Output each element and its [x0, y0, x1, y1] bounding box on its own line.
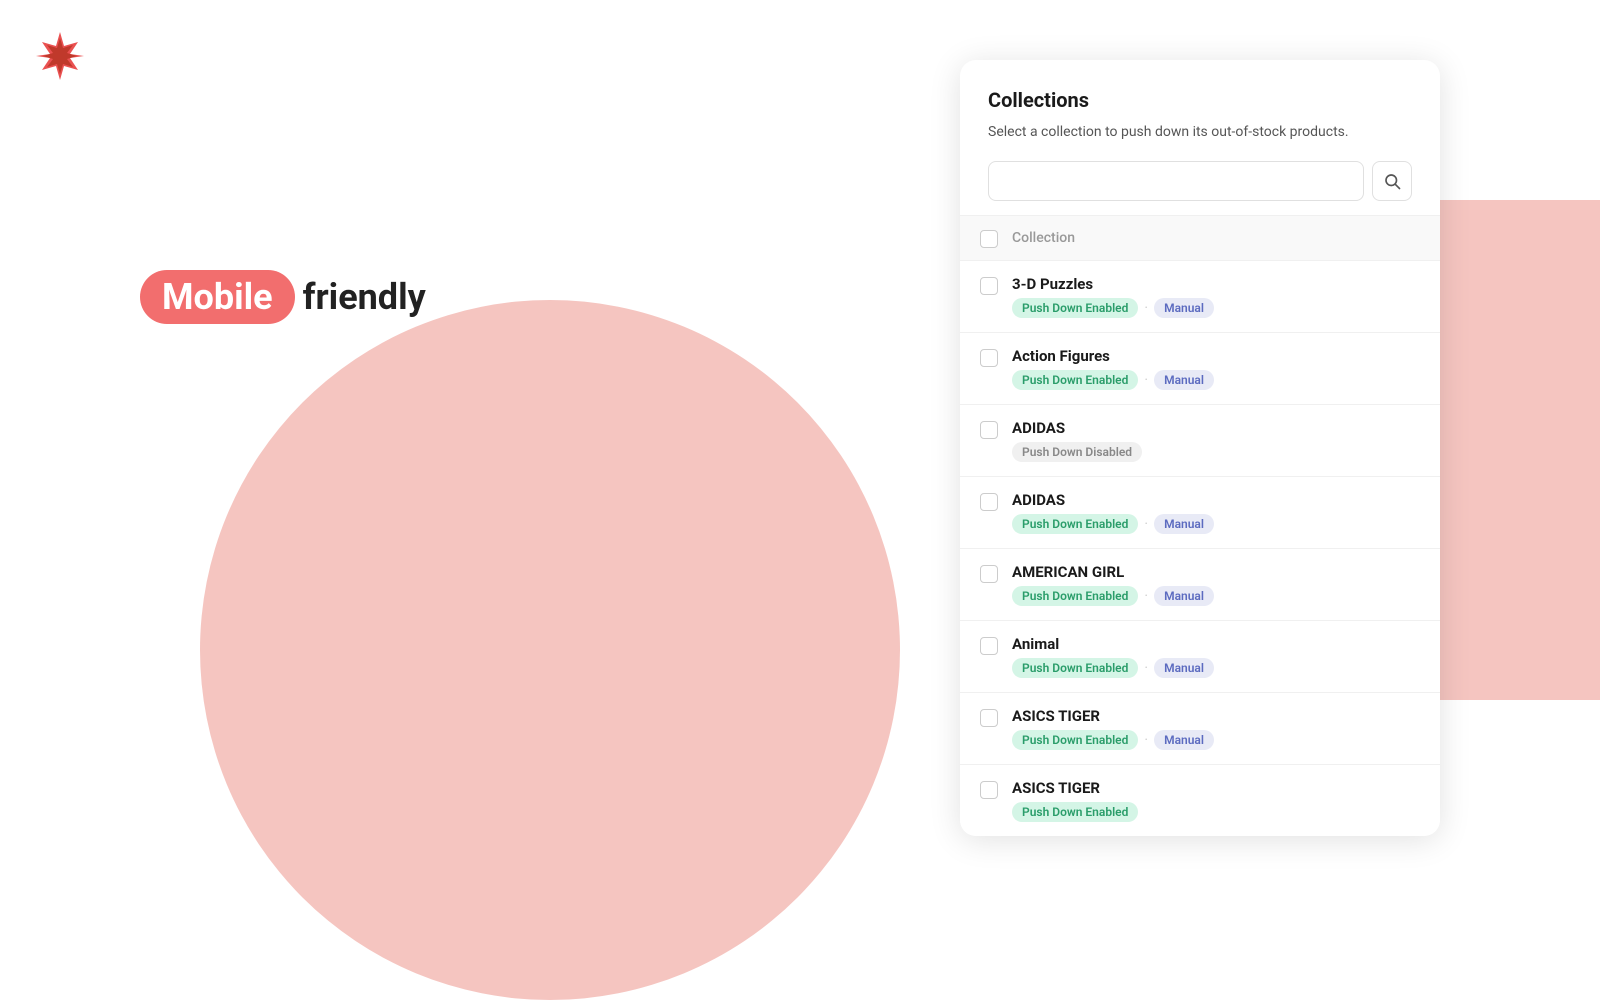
collection-list-header: Collection: [960, 216, 1440, 261]
tagline-mobile: Mobile: [140, 270, 295, 324]
badge-separator: ·: [1144, 660, 1148, 676]
item-checkbox[interactable]: [980, 781, 998, 799]
item-checkbox[interactable]: [980, 493, 998, 511]
item-name: ASICS TIGER: [1012, 707, 1420, 725]
item-content: 3-D Puzzles Push Down Enabled · Manual: [1012, 275, 1420, 318]
badge-status: Push Down Enabled: [1012, 370, 1138, 390]
search-row: [988, 161, 1412, 201]
collections-panel: Collections Select a collection to push …: [960, 60, 1440, 836]
item-name: 3-D Puzzles: [1012, 275, 1420, 293]
item-checkbox[interactable]: [980, 277, 998, 295]
badge-status: Push Down Enabled: [1012, 586, 1138, 606]
tagline: Mobile friendly: [140, 270, 426, 324]
item-checkbox[interactable]: [980, 349, 998, 367]
badge-status: Push Down Disabled: [1012, 442, 1142, 462]
item-content: ASICS TIGER Push Down Enabled: [1012, 779, 1420, 822]
tagline-friendly: friendly: [303, 276, 426, 318]
search-button[interactable]: [1372, 161, 1412, 201]
app-logo: [32, 28, 88, 88]
item-badges: Push Down Enabled · Manual: [1012, 730, 1420, 750]
badge-status: Push Down Enabled: [1012, 730, 1138, 750]
badge-separator: ·: [1144, 516, 1148, 532]
item-badges: Push Down Enabled · Manual: [1012, 586, 1420, 606]
collection-item: 3-D Puzzles Push Down Enabled · Manual: [960, 261, 1440, 333]
badge-mode: Manual: [1154, 298, 1214, 318]
badge-status: Push Down Enabled: [1012, 658, 1138, 678]
badge-mode: Manual: [1154, 514, 1214, 534]
item-content: Animal Push Down Enabled · Manual: [1012, 635, 1420, 678]
collection-list: Collection 3-D Puzzles Push Down Enabled ·…: [960, 215, 1440, 836]
item-badges: Push Down Disabled: [1012, 442, 1420, 462]
badge-mode: Manual: [1154, 658, 1214, 678]
collection-item: AMERICAN GIRL Push Down Enabled · Manual: [960, 549, 1440, 621]
item-name: ASICS TIGER: [1012, 779, 1420, 797]
item-name: ADIDAS: [1012, 491, 1420, 509]
item-content: ADIDAS Push Down Enabled · Manual: [1012, 491, 1420, 534]
item-name: Action Figures: [1012, 347, 1420, 365]
badge-status: Push Down Enabled: [1012, 802, 1138, 822]
select-all-checkbox[interactable]: [980, 230, 998, 248]
items-container: 3-D PuzzlesPush Down Enabled·ManualActio…: [960, 261, 1440, 836]
badge-separator: ·: [1144, 732, 1148, 748]
item-name: ADIDAS: [1012, 419, 1420, 437]
collection-item: ADIDAS Push Down Enabled · Manual: [960, 477, 1440, 549]
badge-mode: Manual: [1154, 370, 1214, 390]
item-name: Animal: [1012, 635, 1420, 653]
collection-item: ADIDAS Push Down Disabled: [960, 405, 1440, 477]
item-name: AMERICAN GIRL: [1012, 563, 1420, 581]
badge-mode: Manual: [1154, 730, 1214, 750]
badge-separator: ·: [1144, 588, 1148, 604]
item-checkbox[interactable]: [980, 421, 998, 439]
collection-header-label: Collection: [1012, 230, 1075, 246]
panel-title: Collections: [988, 88, 1412, 112]
item-badges: Push Down Enabled: [1012, 802, 1420, 822]
item-badges: Push Down Enabled · Manual: [1012, 370, 1420, 390]
badge-separator: ·: [1144, 300, 1148, 316]
badge-status: Push Down Enabled: [1012, 514, 1138, 534]
bg-decoration-circle: [200, 300, 900, 1000]
item-badges: Push Down Enabled · Manual: [1012, 658, 1420, 678]
item-checkbox[interactable]: [980, 637, 998, 655]
collection-item: ASICS TIGER Push Down Enabled: [960, 765, 1440, 836]
item-badges: Push Down Enabled · Manual: [1012, 514, 1420, 534]
search-input[interactable]: [988, 161, 1364, 201]
collection-item: ASICS TIGER Push Down Enabled · Manual: [960, 693, 1440, 765]
panel-inner: Collections Select a collection to push …: [960, 60, 1440, 201]
item-content: Action Figures Push Down Enabled · Manual: [1012, 347, 1420, 390]
collection-item: Action Figures Push Down Enabled · Manual: [960, 333, 1440, 405]
badge-status: Push Down Enabled: [1012, 298, 1138, 318]
panel-description: Select a collection to push down its out…: [988, 122, 1412, 143]
item-content: AMERICAN GIRL Push Down Enabled · Manual: [1012, 563, 1420, 606]
item-content: ADIDAS Push Down Disabled: [1012, 419, 1420, 462]
collection-item: Animal Push Down Enabled · Manual: [960, 621, 1440, 693]
item-checkbox[interactable]: [980, 709, 998, 727]
badge-mode: Manual: [1154, 586, 1214, 606]
item-content: ASICS TIGER Push Down Enabled · Manual: [1012, 707, 1420, 750]
item-checkbox[interactable]: [980, 565, 998, 583]
item-badges: Push Down Enabled · Manual: [1012, 298, 1420, 318]
badge-separator: ·: [1144, 372, 1148, 388]
